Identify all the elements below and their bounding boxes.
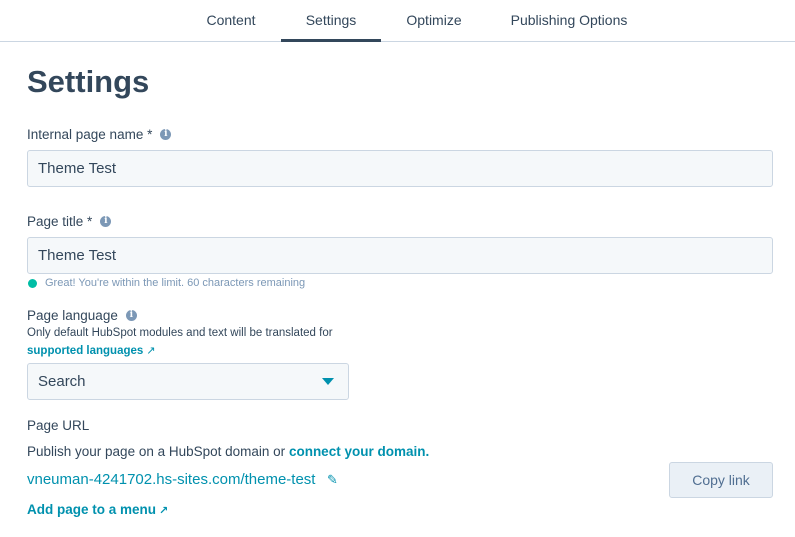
pencil-icon[interactable]: ✎ <box>327 472 338 488</box>
page-url-description: Publish your page on a HubSpot domain or… <box>27 444 429 459</box>
external-link-icon: ↗ <box>146 345 156 357</box>
info-icon[interactable]: i <box>125 310 137 321</box>
chevron-down-icon <box>322 378 334 385</box>
page-language-label: Page language i <box>27 308 137 323</box>
internal-name-label: Internal page name * i <box>27 127 172 142</box>
copy-link-button[interactable]: Copy link <box>669 462 773 498</box>
language-select-value: Search <box>38 373 86 390</box>
page-url-link[interactable]: vneuman-4241702.hs-sites.com/theme-test <box>27 471 315 488</box>
supported-languages-link[interactable]: supported languages <box>27 345 143 357</box>
language-description: Only default HubSpot modules and text wi… <box>27 327 333 339</box>
tab-settings[interactable]: Settings <box>281 0 381 42</box>
external-link-icon: ↗ <box>159 505 169 517</box>
page-url-label: Page URL <box>27 418 90 433</box>
tab-bar: Content Settings Optimize Publishing Opt… <box>0 0 795 42</box>
internal-name-label-text: Internal page name * <box>27 127 153 142</box>
add-to-menu-row: Add page to a menu ↗ <box>27 502 168 517</box>
page-url-description-text: Publish your page on a HubSpot domain or <box>27 444 286 459</box>
internal-name-input[interactable] <box>27 150 773 187</box>
hint-text: Great! You're within the limit. 60 chara… <box>45 277 306 289</box>
supported-languages-row: supported languages ↗ <box>27 344 156 357</box>
page-title-label: Page title * i <box>27 214 112 229</box>
success-dot-icon <box>28 278 37 288</box>
language-select[interactable]: Search <box>27 363 349 400</box>
tab-content[interactable]: Content <box>195 0 267 42</box>
tab-optimize[interactable]: Optimize <box>396 0 472 42</box>
connect-domain-link[interactable]: connect your domain. <box>289 444 429 459</box>
page-title: Settings <box>27 64 150 99</box>
page-title-input[interactable] <box>27 237 773 274</box>
add-to-menu-link[interactable]: Add page to a menu <box>27 502 156 517</box>
page-title-label-text: Page title * <box>27 214 93 229</box>
page-language-label-text: Page language <box>27 308 118 323</box>
info-icon[interactable]: i <box>100 216 112 227</box>
info-icon[interactable]: i <box>160 129 172 140</box>
character-limit-hint: Great! You're within the limit. 60 chara… <box>28 277 305 289</box>
tab-publishing-options[interactable]: Publishing Options <box>502 0 636 42</box>
